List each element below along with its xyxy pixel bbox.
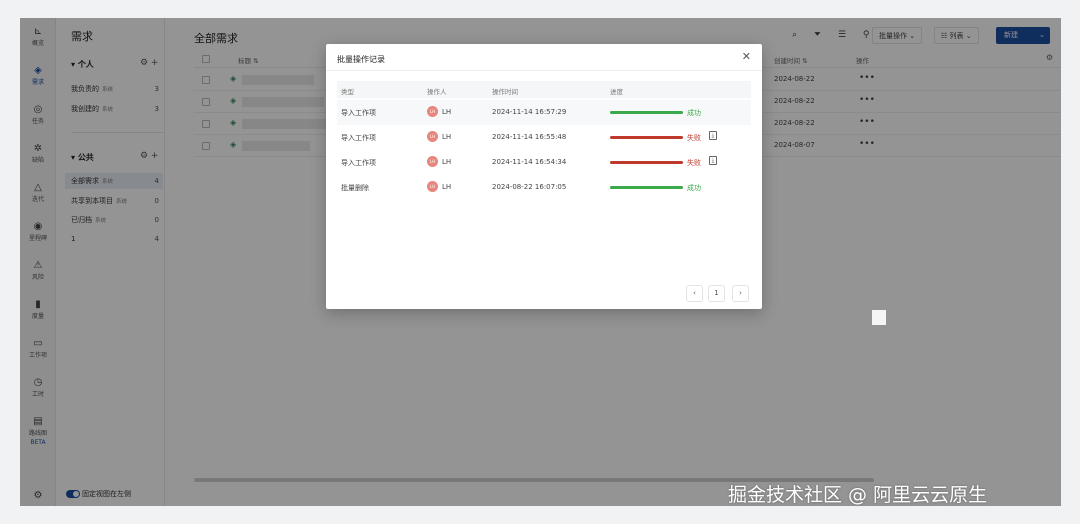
next-page-button[interactable]: › bbox=[732, 285, 749, 302]
close-icon[interactable]: ✕ bbox=[742, 50, 751, 63]
record-time: 2024-11-14 16:54:34 bbox=[492, 158, 567, 166]
record-time: 2024-11-14 16:57:29 bbox=[492, 108, 567, 116]
record-time: 2024-11-14 16:55:48 bbox=[492, 133, 567, 141]
record-operator: LH bbox=[442, 108, 452, 116]
record-row: 导入工作项 LH LH 2024-11-14 16:57:29 成功 bbox=[337, 100, 751, 125]
prev-page-button[interactable]: ‹ bbox=[686, 285, 703, 302]
record-operator: LH bbox=[442, 183, 452, 191]
record-status: 成功 bbox=[687, 184, 701, 192]
progress-bar bbox=[610, 186, 683, 189]
batch-records-modal: 批量操作记录 ✕ 类型 操作人 操作时间 进度 导入工作项 LH LH 2024-11… bbox=[326, 44, 762, 309]
avatar: LH bbox=[427, 181, 438, 192]
download-icon[interactable]: ⤓ bbox=[709, 131, 717, 140]
record-type: 导入工作项 bbox=[341, 109, 376, 117]
record-operator: LH bbox=[442, 158, 452, 166]
col-operator: 操作人 bbox=[427, 88, 447, 96]
record-type: 批量删除 bbox=[341, 184, 369, 192]
col-type: 类型 bbox=[341, 88, 354, 96]
modal-title: 批量操作记录 bbox=[337, 55, 385, 64]
record-type: 导入工作项 bbox=[341, 134, 376, 142]
progress-bar bbox=[610, 136, 683, 139]
col-time: 操作时间 bbox=[492, 88, 518, 96]
avatar: LH bbox=[427, 131, 438, 142]
floating-widget[interactable] bbox=[872, 310, 886, 325]
progress-bar bbox=[610, 161, 683, 164]
record-row: 批量删除 LH LH 2024-08-22 16:07:05 成功 bbox=[337, 175, 751, 200]
record-status: 成功 bbox=[687, 109, 701, 117]
record-operator: LH bbox=[442, 133, 452, 141]
avatar: LH bbox=[427, 156, 438, 167]
records-table-header: 类型 操作人 操作时间 进度 bbox=[337, 81, 751, 98]
record-status: 失败 bbox=[687, 134, 701, 142]
record-row: 导入工作项 LH LH 2024-11-14 16:55:48 失败 ⤓ bbox=[337, 125, 751, 150]
page-1-button[interactable]: 1 bbox=[708, 285, 725, 302]
avatar: LH bbox=[427, 106, 438, 117]
watermark: 掘金技术社区 @ 阿里云云原生 bbox=[728, 484, 988, 506]
divider bbox=[326, 70, 762, 71]
col-progress: 进度 bbox=[610, 88, 623, 96]
download-icon[interactable]: ⤓ bbox=[709, 156, 717, 165]
record-type: 导入工作项 bbox=[341, 159, 376, 167]
record-time: 2024-08-22 16:07:05 bbox=[492, 183, 567, 191]
progress-bar bbox=[610, 111, 683, 114]
app-frame: ⊾ 概览 ◈ 需求 ◎ 任务 ✲ 缺陷 △ 迭代 ◉ 里程碑 ⚠ 风险 ▮ 度量 ▭ 工作项 ◷ 工… bbox=[20, 18, 1061, 506]
record-row: 导入工作项 LH LH 2024-11-14 16:54:34 失败 ⤓ bbox=[337, 150, 751, 175]
record-status: 失败 bbox=[687, 159, 701, 167]
